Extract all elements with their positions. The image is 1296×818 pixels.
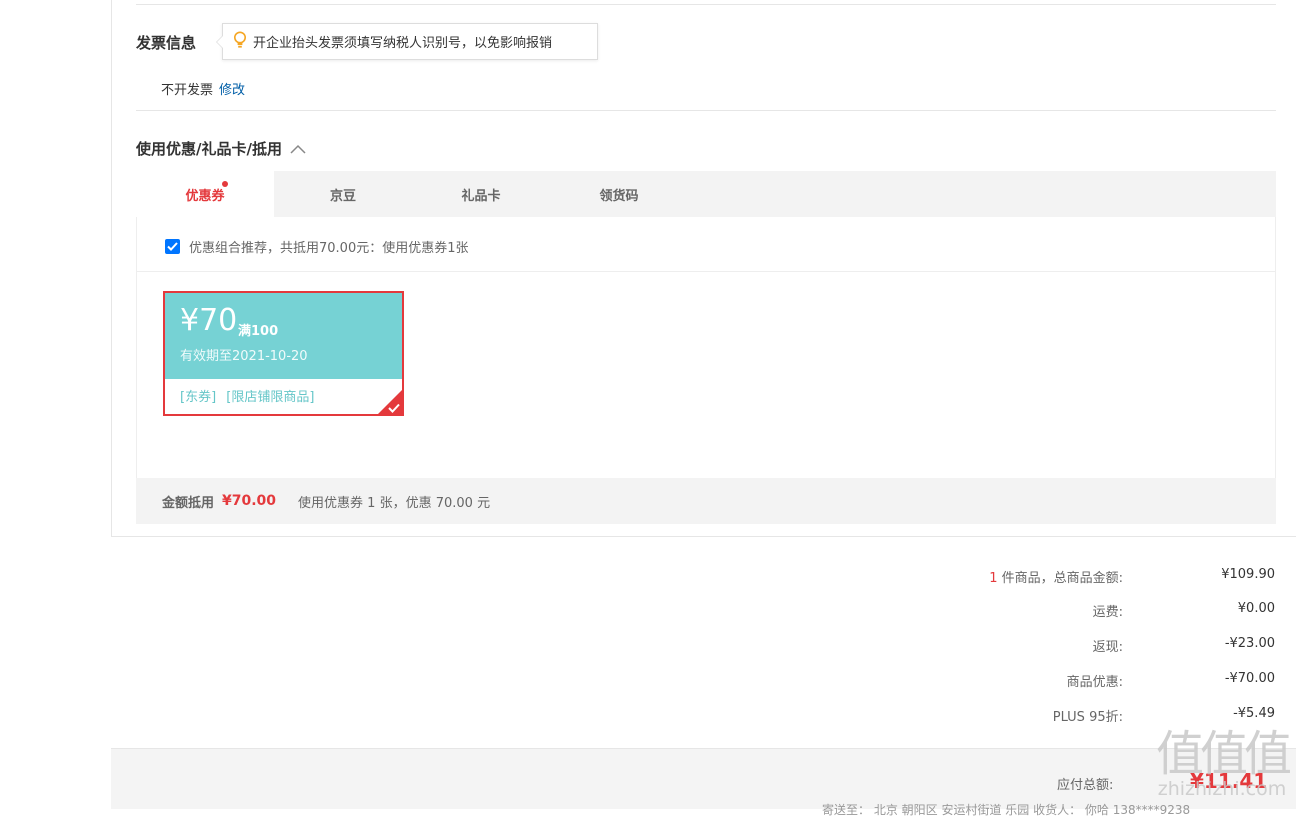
summary-value: ¥0.00 [1237, 601, 1275, 616]
summary-value: ¥109.90 [1221, 567, 1275, 582]
chevron-up-icon[interactable] [290, 144, 306, 154]
deduct-description: 使用优惠券 1 张，优惠 70.00 元 [298, 495, 491, 511]
summary-row-cashback: 返现: -¥23.00 [900, 636, 1275, 656]
deduct-label: 金额抵用 [162, 495, 215, 511]
new-dot-badge [222, 181, 228, 187]
summary-row-items: 1 件商品，总商品金额: ¥109.90 [900, 567, 1275, 587]
invoice-edit-link[interactable]: 修改 [219, 83, 245, 98]
recommend-checkbox[interactable] [165, 239, 180, 254]
site-watermark: 值值值 zhizhizhi.com [1148, 728, 1296, 809]
deduct-amount: ¥70.00 [222, 493, 277, 509]
coupon-tag: [东券] [180, 390, 217, 405]
summary-value: -¥5.49 [1233, 706, 1275, 721]
divider-invoice [136, 110, 1276, 111]
coupon-header: ¥70 满100 有效期至2021-10-20 [165, 293, 402, 379]
divider-coupon [137, 271, 1275, 272]
invoice-tooltip: 开企业抬头发票须填写纳税人识别号，以免影响报销 [216, 23, 598, 60]
discount-section-header[interactable]: 使用优惠/礼品卡/抵用 [136, 138, 306, 159]
total-label: 应付总额: [1057, 778, 1114, 793]
coupon-tags: [东券] [限店铺限商品] [180, 386, 314, 405]
coupon-expiry: 有效期至2021-10-20 [180, 349, 308, 364]
summary-row-shipping: 运费: ¥0.00 [900, 601, 1275, 621]
tab-gift-card[interactable]: 礼品卡 [412, 171, 550, 217]
checkmark-icon [388, 403, 400, 413]
coupon-condition: 满100 [238, 324, 279, 339]
summary-value: -¥23.00 [1224, 636, 1275, 651]
invoice-tip-text: 开企业抬头发票须填写纳税人识别号，以免影响报销 [253, 36, 553, 51]
recommend-row: 优惠组合推荐，共抵用70.00元：使用优惠券1张 [165, 237, 469, 256]
recommend-text: 优惠组合推荐，共抵用70.00元：使用优惠券1张 [189, 241, 469, 256]
lightbulb-icon [233, 31, 247, 53]
tab-pickup-code[interactable]: 领货码 [550, 171, 688, 217]
tab-label: 礼品卡 [461, 188, 501, 204]
watermark-logo: 值值值 [1155, 726, 1292, 782]
discount-tabbar: 优惠券 京豆 礼品卡 领货码 [136, 171, 1276, 217]
coupon-tag: [限店铺限商品] [226, 390, 315, 405]
invoice-status: 不开发票 [161, 83, 214, 98]
total-bar [111, 748, 1296, 809]
invoice-status-line: 不开发票 修改 [161, 79, 245, 98]
tab-label: 领货码 [599, 188, 639, 204]
ship-to-line: 寄送至： 北京 朝阳区 安运村街道 乐园 收货人： 你哈 138****9238 [822, 803, 1191, 817]
summary-label: PLUS 95折: [1052, 710, 1123, 725]
tab-coupon[interactable]: 优惠券 [136, 171, 274, 217]
tab-jingdou[interactable]: 京豆 [274, 171, 412, 217]
tab-label: 优惠券 [185, 188, 225, 204]
summary-label: 1 件商品，总商品金额: [989, 567, 1123, 586]
items-label: 件商品，总商品金额: [997, 571, 1123, 586]
tab-label: 京豆 [329, 188, 356, 204]
deduct-summary-bar: 金额抵用 ¥70.00 使用优惠券 1 张，优惠 70.00 元 [136, 478, 1276, 524]
summary-label: 返现: [1092, 640, 1123, 655]
divider-top [136, 4, 1276, 5]
summary-value: -¥70.00 [1224, 671, 1275, 686]
coupon-card[interactable]: ¥70 满100 有效期至2021-10-20 [东券] [限店铺限商品] [163, 291, 404, 416]
invoice-title: 发票信息 [136, 34, 197, 52]
summary-label: 运费: [1092, 605, 1123, 620]
summary-label: 商品优惠: [1066, 675, 1123, 690]
summary-row-discount: 商品优惠: -¥70.00 [900, 671, 1275, 691]
discount-title: 使用优惠/礼品卡/抵用 [136, 140, 282, 158]
summary-row-plus: PLUS 95折: -¥5.49 [900, 706, 1275, 726]
coupon-amount: ¥70 [180, 303, 238, 338]
watermark-url: zhizhizhi.com [1157, 778, 1287, 800]
